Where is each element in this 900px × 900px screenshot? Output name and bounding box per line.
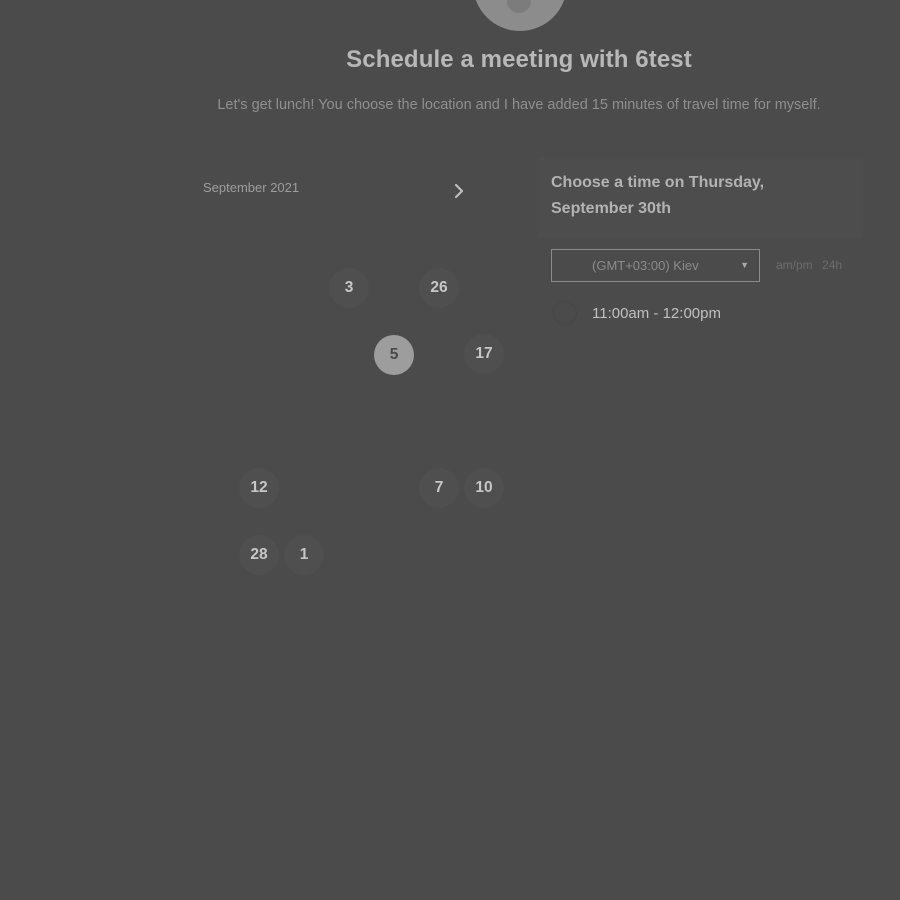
calendar-day[interactable]: 12 bbox=[239, 468, 279, 508]
time-slot[interactable]: 11:00am - 12:00pm bbox=[551, 299, 751, 329]
calendar-day[interactable]: 17 bbox=[464, 334, 504, 374]
event-description: Let's get lunch! You choose the location… bbox=[217, 97, 821, 113]
caret-down-icon: ▼ bbox=[740, 260, 749, 270]
radio-circle-icon[interactable] bbox=[553, 301, 577, 325]
calendar-day[interactable]: 26 bbox=[419, 268, 459, 308]
time-slot-label: 11:00am - 12:00pm bbox=[592, 305, 721, 322]
weekday-label bbox=[392, 227, 430, 241]
weekday-label bbox=[314, 227, 352, 241]
timezone-value: (GMT+03:00) Kiev bbox=[592, 258, 699, 273]
avatar-icon bbox=[507, 0, 531, 13]
calendar-day-selected[interactable]: 5 bbox=[374, 335, 414, 375]
timezone-select[interactable]: (GMT+03:00) Kiev ▼ bbox=[551, 249, 760, 282]
calendar-day[interactable]: 1 bbox=[284, 535, 324, 575]
weekday-label bbox=[469, 227, 507, 241]
calendar: September 2021 3 26 5 17 12 7 10 28 1 bbox=[185, 165, 530, 605]
chevron-right-icon[interactable] bbox=[449, 181, 469, 201]
time-panel-header: Choose a time on Thursday, September 30t… bbox=[539, 158, 863, 238]
format-option-ampm[interactable]: am/pm bbox=[776, 258, 813, 272]
weekday-label bbox=[430, 227, 468, 241]
calendar-day[interactable]: 3 bbox=[329, 268, 369, 308]
month-label: September 2021 bbox=[203, 180, 300, 195]
weekday-label bbox=[237, 227, 275, 241]
weekday-header bbox=[237, 227, 507, 241]
page-title: Schedule a meeting with 6test bbox=[346, 46, 692, 73]
avatar bbox=[473, 0, 567, 31]
weekday-label bbox=[353, 227, 391, 241]
calendar-day[interactable]: 7 bbox=[419, 468, 459, 508]
weekday-label bbox=[276, 227, 314, 241]
calendar-day[interactable]: 10 bbox=[464, 468, 504, 508]
time-format-toggle: am/pm 24h bbox=[776, 258, 848, 272]
format-option-24h[interactable]: 24h bbox=[822, 258, 842, 272]
calendar-day[interactable]: 28 bbox=[239, 535, 279, 575]
time-panel-heading: Choose a time on Thursday, September 30t… bbox=[551, 174, 765, 217]
